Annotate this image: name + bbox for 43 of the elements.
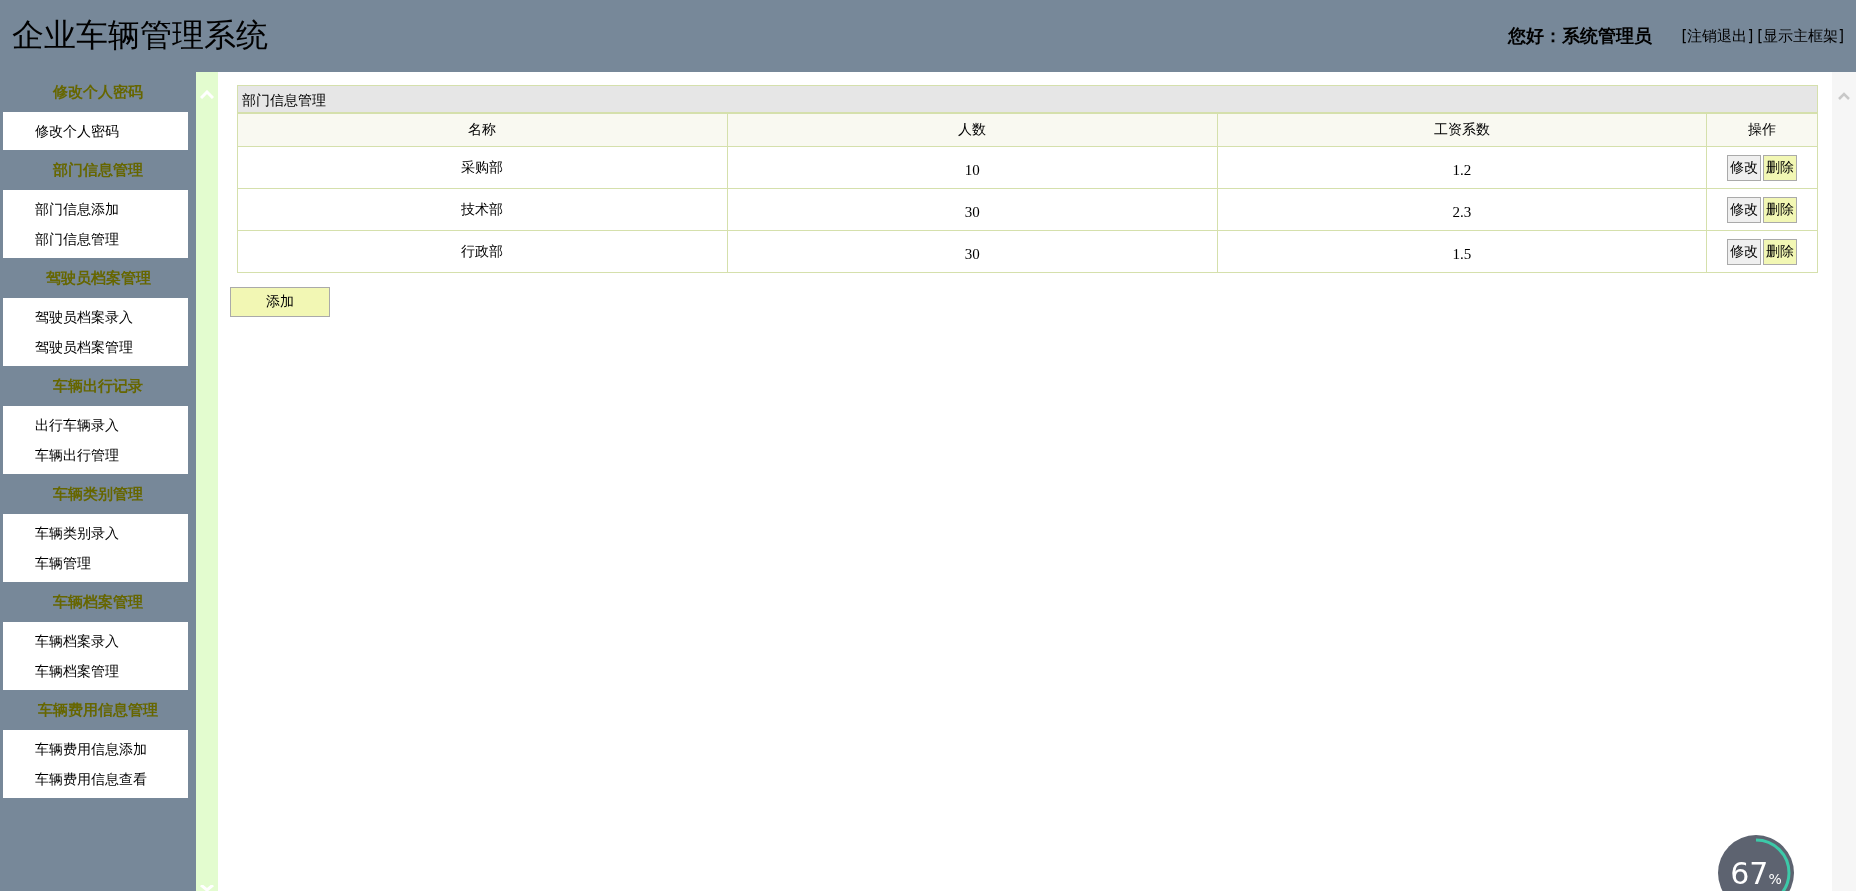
table-cell: 30 (727, 188, 1218, 231)
delete-button[interactable]: 删除 (1763, 238, 1798, 265)
menu-item[interactable]: 车辆管理 (3, 548, 91, 578)
table-cell: 2.3 (1217, 188, 1707, 231)
menu-item[interactable]: 出行车辆录入 (3, 410, 119, 440)
menu-item[interactable]: 驾驶员档案录入 (3, 302, 133, 332)
table-cell: 1.5 (1217, 230, 1707, 273)
column-header: 名称 (237, 113, 728, 147)
menu-item[interactable]: 修改个人密码 (3, 116, 119, 146)
scroll-up-icon[interactable] (1838, 92, 1850, 100)
menu-item[interactable]: 车辆费用信息查看 (3, 764, 147, 794)
column-header: 人数 (727, 113, 1218, 147)
menu-item[interactable]: 车辆档案录入 (3, 626, 119, 656)
menu-item[interactable]: 车辆档案管理 (3, 656, 119, 686)
greeting-text: 您好：系统管理员 (1507, 24, 1652, 48)
menu-item[interactable]: 驾驶员档案管理 (3, 332, 133, 362)
table-cell: 30 (727, 230, 1218, 273)
gauge-value: 67 (1730, 855, 1769, 891)
delete-button[interactable]: 删除 (1763, 196, 1798, 223)
menu-item[interactable]: 车辆费用信息添加 (3, 734, 147, 764)
panel-title: 部门信息管理 (242, 91, 326, 110)
header-link[interactable]: [显示主框架] (1757, 26, 1844, 46)
column-header: 操作 (1706, 113, 1818, 147)
edit-button[interactable]: 修改 (1727, 196, 1762, 223)
edit-button[interactable]: 修改 (1727, 238, 1762, 265)
menu-item[interactable]: 部门信息管理 (3, 224, 119, 254)
header-link[interactable]: [注销退出] (1681, 26, 1754, 46)
column-header: 工资系数 (1217, 113, 1707, 147)
table-cell: 1.2 (1217, 146, 1707, 189)
menu-item[interactable]: 车辆类别录入 (3, 518, 119, 548)
edit-button[interactable]: 修改 (1727, 154, 1762, 181)
chevron-down-icon[interactable] (200, 885, 214, 891)
delete-button[interactable]: 删除 (1763, 154, 1798, 181)
table-cell: 10 (727, 146, 1218, 189)
menu-item[interactable]: 部门信息添加 (3, 194, 119, 224)
app-title: 企业车辆管理系统 (12, 16, 269, 55)
add-button[interactable]: 添加 (230, 287, 330, 317)
table-cell: 行政部 (237, 230, 728, 273)
table-cell: 采购部 (237, 146, 728, 189)
table-cell: 技术部 (237, 188, 728, 231)
chevron-up-icon[interactable] (200, 90, 214, 99)
menu-item[interactable]: 车辆出行管理 (3, 440, 119, 470)
gauge-unit: % (1768, 871, 1782, 887)
